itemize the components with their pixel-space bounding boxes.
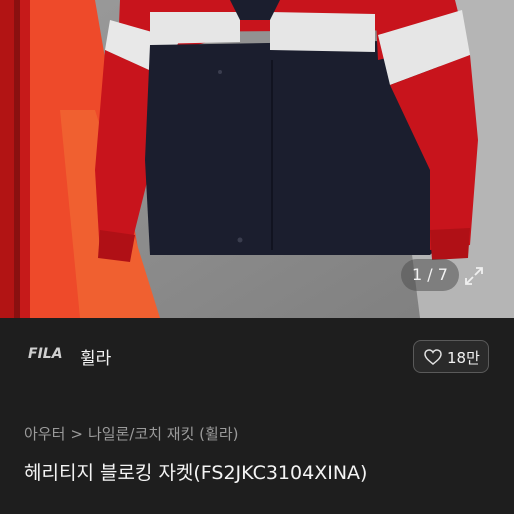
breadcrumb-item[interactable]: 아우터 [24, 425, 65, 443]
product-image[interactable]: 1 / 7 [0, 0, 514, 318]
heart-outline-icon [424, 349, 442, 365]
brand-logo[interactable]: FILA [28, 346, 63, 362]
brand-name[interactable]: 휠라 [80, 344, 111, 369]
breadcrumb-item[interactable]: 나일론/코치 재킷 (휠라) [88, 425, 239, 443]
product-title: 헤리티지 블로킹 자켓(FS2JKC3104XINA) [24, 462, 368, 484]
like-count: 18만 [447, 349, 480, 367]
image-counter: 1 / 7 [401, 259, 459, 291]
like-button[interactable]: 18만 [413, 340, 489, 373]
breadcrumb: 아우터 > 나일론/코치 재킷 (휠라) [24, 423, 238, 444]
breadcrumb-separator: > [70, 425, 83, 443]
expand-icon[interactable] [460, 262, 488, 290]
